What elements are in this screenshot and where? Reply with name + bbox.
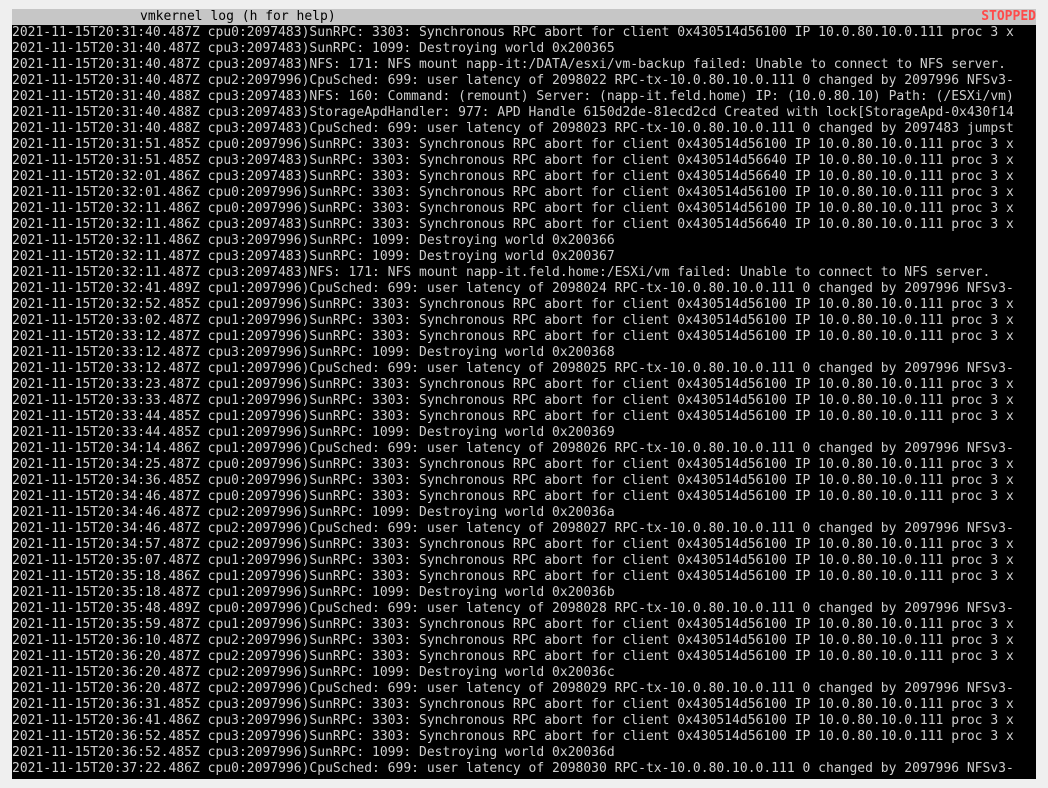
log-line: 2021-11-15T20:35:18.486Z cpu1:2097996)Su… (12, 569, 1014, 584)
log-line: 2021-11-15T20:36:41.486Z cpu3:2097996)Su… (12, 713, 1014, 728)
log-line: 2021-11-15T20:36:52.485Z cpu3:2097996)Su… (12, 745, 615, 760)
log-line: 2021-11-15T20:32:11.486Z cpu0:2097996)Su… (12, 201, 1014, 216)
log-line: 2021-11-15T20:34:46.487Z cpu2:2097996)Cp… (12, 521, 1014, 536)
log-line: 2021-11-15T20:33:44.485Z cpu1:2097996)Su… (12, 425, 615, 440)
log-line: 2021-11-15T20:33:02.487Z cpu1:2097996)Su… (12, 313, 1014, 328)
log-lines-container: 2021-11-15T20:31:40.487Z cpu0:2097483)Su… (12, 25, 1036, 777)
log-line: 2021-11-15T20:31:51.485Z cpu3:2097483)Su… (12, 153, 1014, 168)
log-line: 2021-11-15T20:32:11.487Z cpu3:2097483)Su… (12, 249, 615, 264)
log-line: 2021-11-15T20:32:01.486Z cpu3:2097483)Su… (12, 169, 1014, 184)
log-line: 2021-11-15T20:32:11.487Z cpu3:2097483)NF… (12, 265, 991, 280)
log-line: 2021-11-15T20:31:40.487Z cpu2:2097996)Cp… (12, 73, 1014, 88)
log-line: 2021-11-15T20:35:18.487Z cpu1:2097996)Su… (12, 585, 615, 600)
vmkernel-log-console[interactable]: vmkernel log (h for help) STOPPED 2021-1… (12, 9, 1036, 779)
log-line: 2021-11-15T20:33:44.485Z cpu1:2097996)Su… (12, 409, 1014, 424)
log-line: 2021-11-15T20:31:40.488Z cpu3:2097483)NF… (12, 89, 1014, 104)
log-line: 2021-11-15T20:33:23.487Z cpu1:2097996)Su… (12, 377, 1014, 392)
log-line: 2021-11-15T20:32:01.486Z cpu0:2097996)Su… (12, 185, 1014, 200)
log-line: 2021-11-15T20:36:31.485Z cpu3:2097996)Su… (12, 697, 1014, 712)
log-line: 2021-11-15T20:32:52.485Z cpu1:2097996)Su… (12, 297, 1014, 312)
log-line: 2021-11-15T20:32:41.489Z cpu1:2097996)Cp… (12, 281, 1014, 296)
log-line: 2021-11-15T20:31:40.487Z cpu3:2097483)Su… (12, 41, 615, 56)
log-line: 2021-11-15T20:31:40.487Z cpu0:2097483)Su… (12, 25, 1014, 40)
log-title: vmkernel log (h for help) (140, 9, 336, 24)
log-line: 2021-11-15T20:36:20.487Z cpu2:2097996)Su… (12, 665, 615, 680)
log-line: 2021-11-15T20:36:10.487Z cpu2:2097996)Su… (12, 633, 1014, 648)
log-line: 2021-11-15T20:36:20.487Z cpu2:2097996)Su… (12, 649, 1014, 664)
log-line: 2021-11-15T20:31:40.488Z cpu3:2097483)St… (12, 105, 1014, 120)
log-line: 2021-11-15T20:37:22.486Z cpu0:2097996)Cp… (12, 761, 1014, 776)
log-line: 2021-11-15T20:32:11.486Z cpu3:2097996)Su… (12, 233, 615, 248)
log-line: 2021-11-15T20:33:12.487Z cpu1:2097996)Cp… (12, 361, 1014, 376)
log-line: 2021-11-15T20:34:57.487Z cpu2:2097996)Su… (12, 537, 1014, 552)
log-line: 2021-11-15T20:33:12.487Z cpu3:2097996)Su… (12, 345, 615, 360)
log-line: 2021-11-15T20:33:12.487Z cpu1:2097996)Su… (12, 329, 1014, 344)
log-line: 2021-11-15T20:35:48.489Z cpu0:2097996)Cp… (12, 601, 1014, 616)
log-line: 2021-11-15T20:36:20.487Z cpu2:2097996)Cp… (12, 681, 1014, 696)
stopped-status-indicator: STOPPED (981, 9, 1036, 24)
log-line: 2021-11-15T20:35:07.487Z cpu1:2097996)Su… (12, 553, 1014, 568)
log-line: 2021-11-15T20:36:52.485Z cpu3:2097996)Su… (12, 729, 1014, 744)
log-line: 2021-11-15T20:34:36.485Z cpu0:2097996)Su… (12, 473, 1014, 488)
log-title-bar: vmkernel log (h for help) STOPPED (12, 9, 1036, 25)
log-line: 2021-11-15T20:31:40.488Z cpu3:2097483)Cp… (12, 121, 1014, 136)
log-line: 2021-11-15T20:31:40.487Z cpu3:2097483)NF… (12, 57, 1006, 72)
log-line: 2021-11-15T20:34:46.487Z cpu2:2097996)Su… (12, 505, 615, 520)
log-line: 2021-11-15T20:35:59.487Z cpu1:2097996)Su… (12, 617, 1014, 632)
log-line: 2021-11-15T20:34:46.487Z cpu0:2097996)Su… (12, 489, 1014, 504)
log-line: 2021-11-15T20:34:14.486Z cpu1:2097996)Cp… (12, 441, 1014, 456)
log-line: 2021-11-15T20:32:11.486Z cpu3:2097483)Su… (12, 217, 1014, 232)
log-line: 2021-11-15T20:33:33.487Z cpu1:2097996)Su… (12, 393, 1014, 408)
log-line: 2021-11-15T20:31:51.485Z cpu0:2097996)Su… (12, 137, 1014, 152)
log-line: 2021-11-15T20:34:25.487Z cpu0:2097996)Su… (12, 457, 1014, 472)
